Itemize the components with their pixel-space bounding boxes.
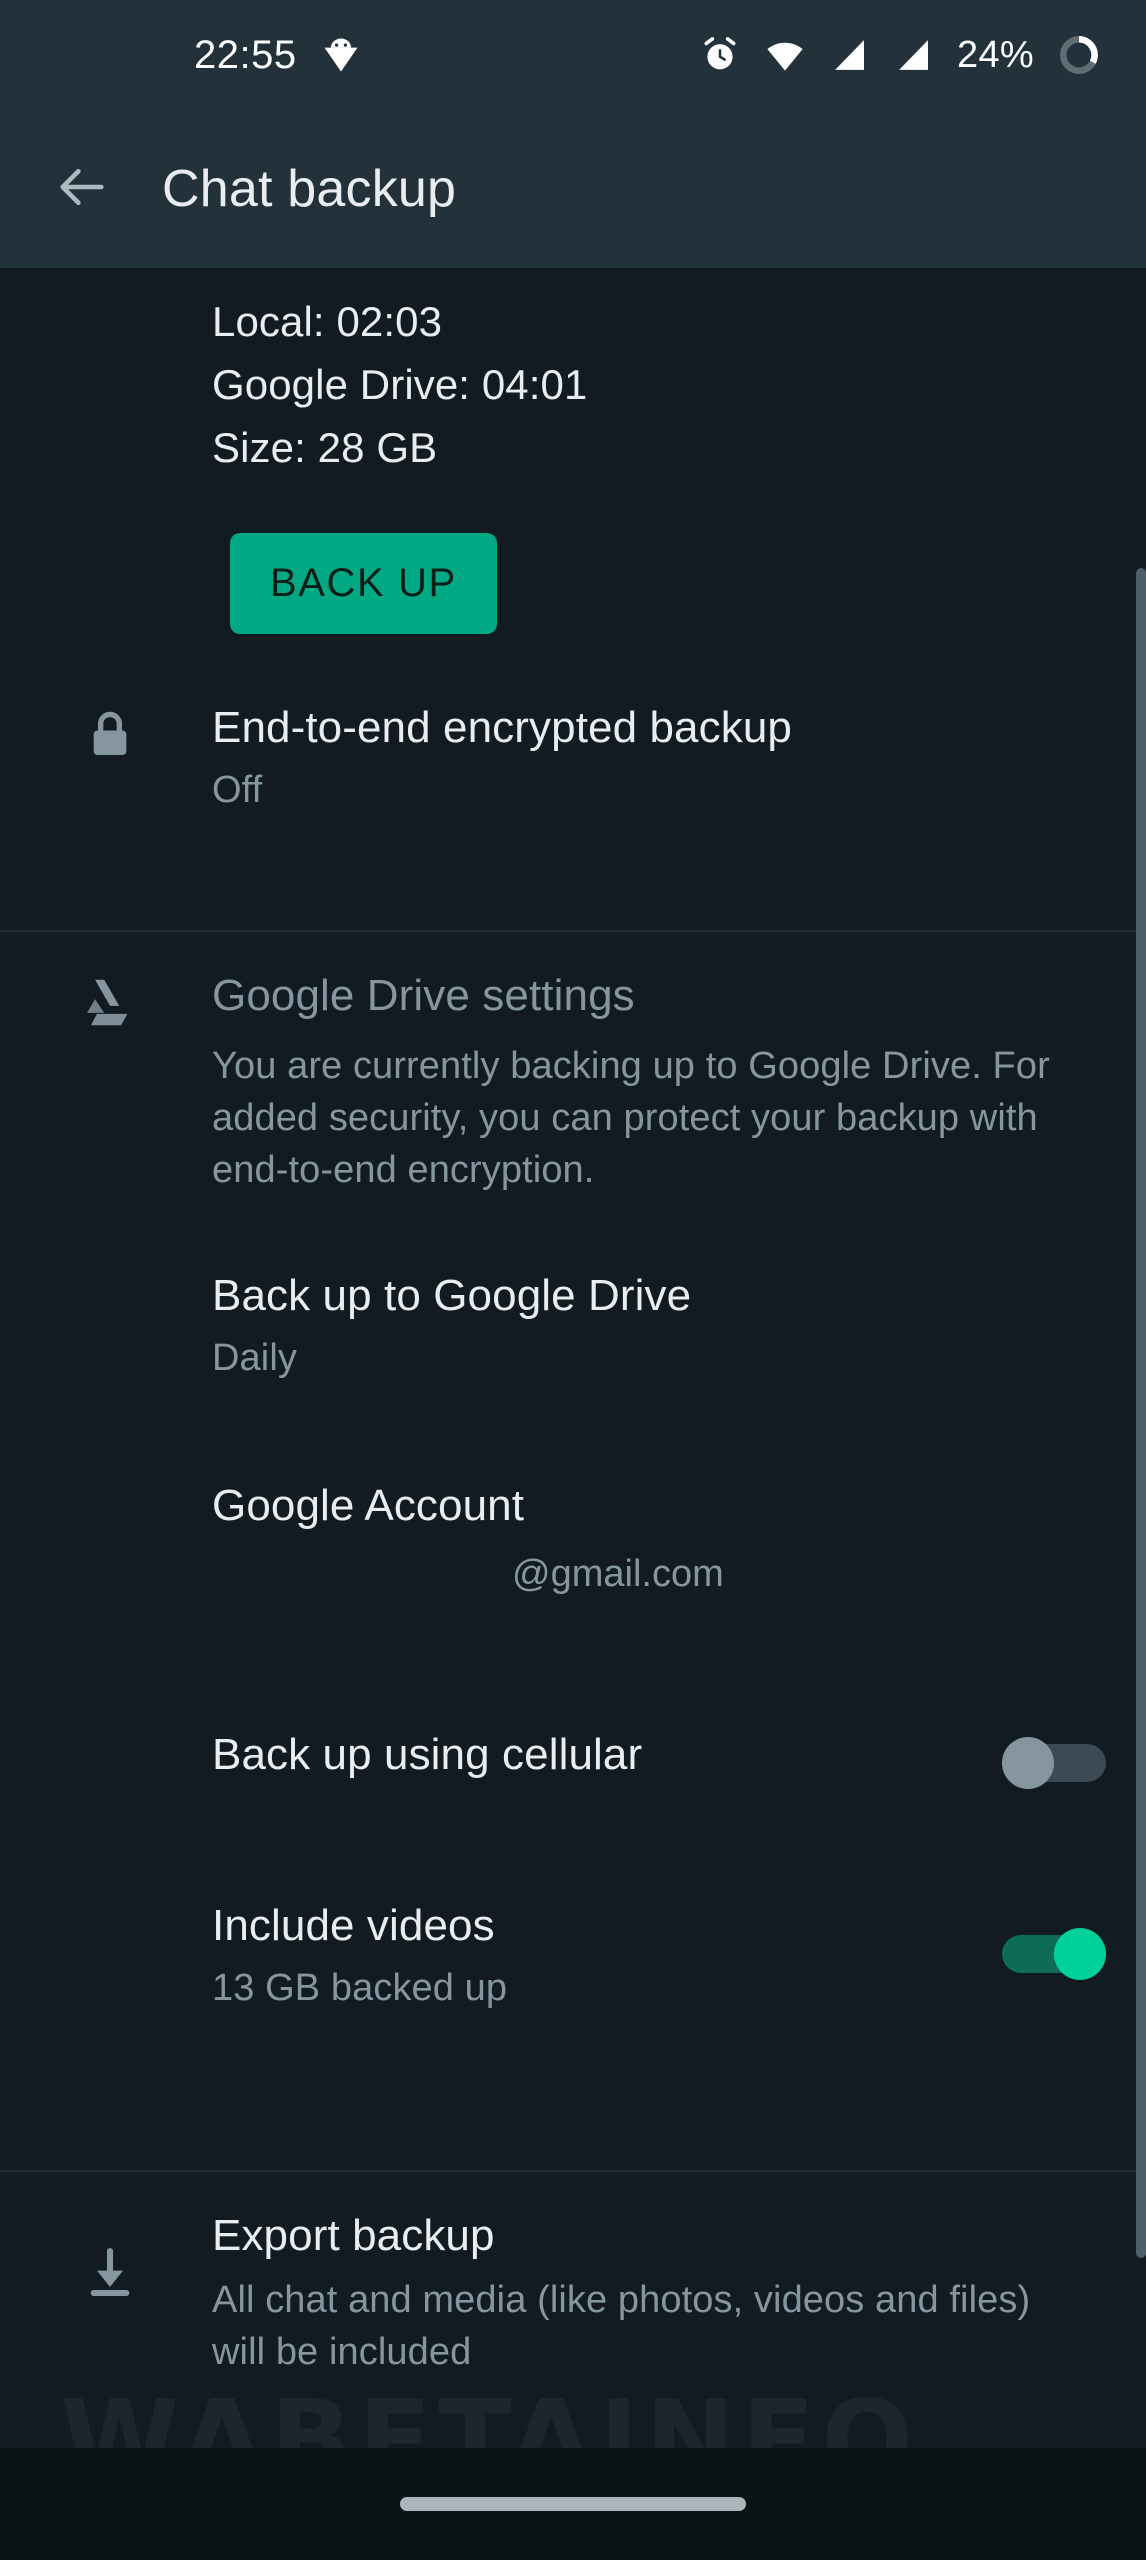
cellular-toggle[interactable]: [1002, 1737, 1106, 1787]
account-title: Google Account: [212, 1478, 1106, 1534]
account-texts: Google Account @gmail.com: [212, 1478, 1106, 1600]
google-drive-icon: [82, 968, 212, 1032]
app-bar: Chat backup: [0, 110, 1146, 268]
backup-drive-time: Google Drive: 04:01: [212, 353, 1146, 416]
page-title: Chat backup: [162, 159, 456, 219]
setting-row-e2e-encrypted-backup[interactable]: End-to-end encrypted backup Off: [0, 700, 1146, 818]
cellular-title: Back up using cellular: [212, 1727, 1002, 1783]
back-arrow-icon: [53, 158, 111, 221]
backup-size: Size: 28 GB: [212, 416, 1146, 479]
wifi-icon: [763, 33, 807, 77]
videos-subtitle: 13 GB backed up: [212, 1960, 1002, 2016]
export-texts: Export backup All chat and media (like p…: [212, 2208, 1106, 2378]
phone-screen: 22:55: [0, 0, 1146, 2560]
scrollbar-thumb[interactable]: [1136, 568, 1146, 2258]
setting-row-google-account[interactable]: Google Account @gmail.com: [0, 1478, 1146, 1600]
videos-toggle-thumb: [1054, 1928, 1106, 1980]
backup-info-block: Local: 02:03 Google Drive: 04:01 Size: 2…: [0, 290, 1146, 479]
back-button[interactable]: [22, 129, 142, 249]
battery-percentage: 24%: [957, 34, 1034, 77]
export-title: Export backup: [212, 2208, 1106, 2264]
google-drive-description: You are currently backing up to Google D…: [212, 1040, 1052, 1196]
frequency-icon-spacer: [82, 1268, 212, 1274]
google-drive-section-title: Google Drive settings: [212, 968, 1106, 1024]
account-email: @gmail.com: [212, 1548, 1106, 1600]
e2e-title: End-to-end encrypted backup: [212, 700, 1106, 756]
videos-texts: Include videos 13 GB backed up: [212, 1898, 1002, 2016]
frequency-value: Daily: [212, 1330, 1106, 1386]
section-divider: [0, 2170, 1146, 2172]
e2e-status: Off: [212, 762, 1106, 818]
download-icon: [82, 2208, 212, 2300]
status-time: 22:55: [194, 33, 297, 78]
status-bar: 22:55: [0, 0, 1146, 110]
videos-icon-spacer: [82, 1898, 212, 1904]
signal-icon: [829, 34, 871, 76]
back-up-button[interactable]: BACK UP: [230, 533, 497, 634]
export-description: All chat and media (like photos, videos …: [212, 2274, 1052, 2378]
setting-row-backup-cellular[interactable]: Back up using cellular: [0, 1723, 1146, 1787]
android-head-icon: [319, 33, 363, 77]
status-bar-left: 22:55: [194, 33, 363, 78]
e2e-texts: End-to-end encrypted backup Off: [212, 700, 1106, 818]
cellular-icon-spacer: [82, 1752, 212, 1758]
setting-row-export-backup[interactable]: Export backup All chat and media (like p…: [0, 2208, 1146, 2378]
google-drive-settings-header: Google Drive settings You are currently …: [0, 968, 1146, 1196]
lock-icon: [82, 700, 212, 762]
home-indicator[interactable]: [400, 2497, 746, 2511]
section-divider: [0, 930, 1146, 932]
videos-toggle[interactable]: [1002, 1928, 1106, 1978]
account-icon-spacer: [82, 1478, 212, 1484]
backup-local-time: Local: 02:03: [212, 290, 1146, 353]
setting-row-backup-frequency[interactable]: Back up to Google Drive Daily: [0, 1268, 1146, 1386]
frequency-title: Back up to Google Drive: [212, 1268, 1106, 1324]
google-drive-texts: Google Drive settings You are currently …: [212, 968, 1106, 1196]
status-bar-right: 24%: [699, 32, 1102, 78]
scrollbar-track[interactable]: [1136, 268, 1146, 2560]
battery-circle-icon: [1056, 32, 1102, 78]
frequency-texts: Back up to Google Drive Daily: [212, 1268, 1106, 1386]
signal-icon: [893, 34, 935, 76]
cellular-toggle-thumb: [1002, 1737, 1054, 1789]
settings-scroll-content: WABETAINFO Local: 02:03 Google Drive: 04…: [0, 268, 1146, 2560]
cellular-texts: Back up using cellular: [212, 1727, 1002, 1783]
setting-row-include-videos[interactable]: Include videos 13 GB backed up: [0, 1898, 1146, 2016]
alarm-icon: [699, 34, 741, 76]
navigation-bar: [0, 2448, 1146, 2560]
videos-title: Include videos: [212, 1898, 1002, 1954]
